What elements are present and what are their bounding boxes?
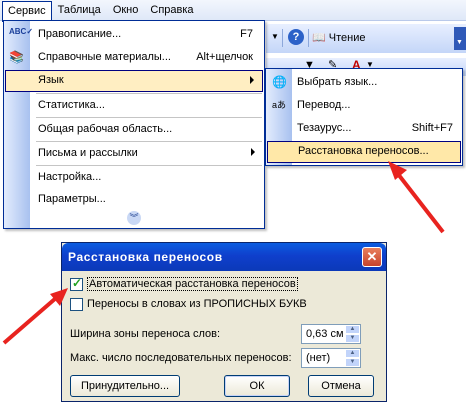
arrow-to-hyphenation-menu [388, 161, 445, 234]
annotation-arrows [2, 161, 445, 345]
arrow-to-auto-checkbox [2, 288, 68, 345]
